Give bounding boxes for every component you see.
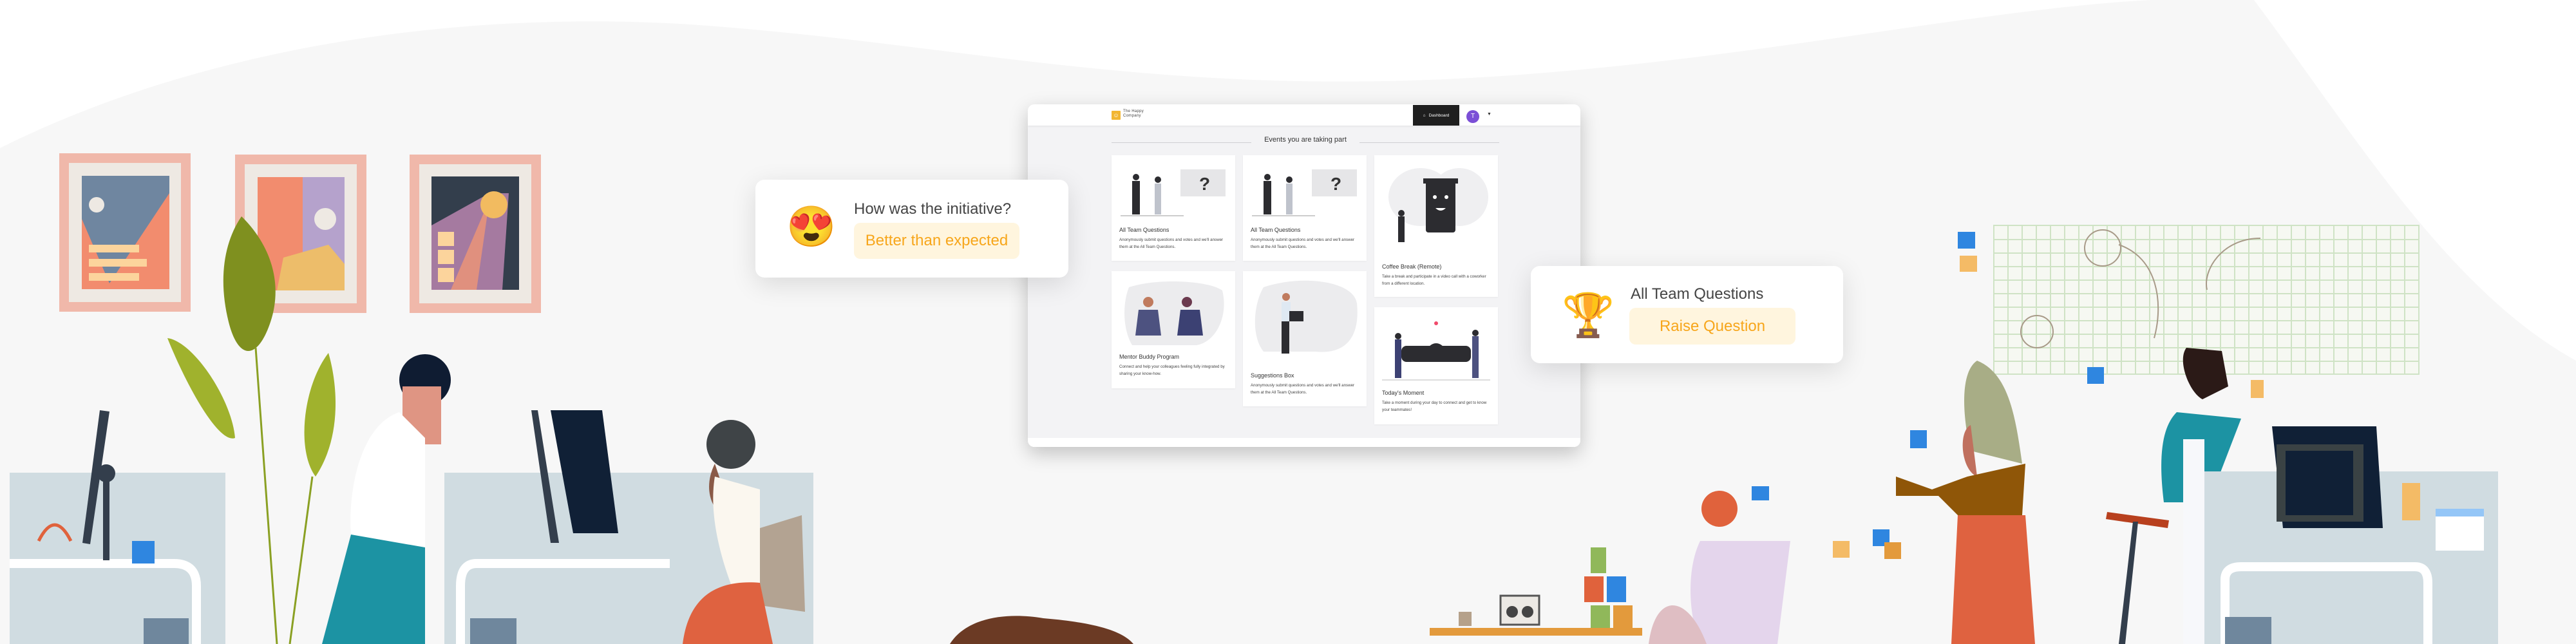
event-card[interactable]: Coffee Break (Remote) Take a break and p… [1374,155,1498,297]
coffee-cup-illustration [1388,168,1488,242]
event-title: Today's Moment [1382,390,1425,396]
event-description: Anonymously submit questions and votes a… [1119,238,1224,249]
app-header: ☺ The Happy Company ⌂ Dashboard T ▼ [1028,104,1580,126]
event-description: Connect and help your colleagues feeling… [1119,365,1225,376]
event-description: Anonymously submit questions and votes a… [1251,238,1355,249]
people-question-illustration: ? [1252,169,1357,216]
event-description: Anonymously submit questions and votes a… [1251,383,1355,395]
chevron-down-icon[interactable]: ▼ [1487,112,1492,117]
svg-text:?: ? [1331,174,1341,194]
app-footer [1028,438,1580,447]
trophy-icon: 🏆 [1562,291,1615,339]
home-icon: ⌂ [1423,113,1426,118]
feedback-answer-button[interactable]: Better than expected [854,223,1019,259]
wall-frame-1 [59,153,191,312]
dashboard-button[interactable]: ⌂ Dashboard [1413,105,1459,126]
wall-frame-3 [410,155,541,313]
event-title: Coffee Break (Remote) [1382,263,1442,270]
svg-text:?: ? [1199,174,1210,194]
divider-right [1359,142,1499,143]
logo-text: The Happy Company [1123,109,1144,118]
event-card[interactable]: Mentor Buddy Program Connect and help yo… [1112,271,1235,388]
dashboard-window: ☺ The Happy Company ⌂ Dashboard T ▼ Even… [1028,104,1580,447]
todays-moment-illustration [1382,321,1490,381]
people-question-illustration: ? [1121,169,1226,216]
feedback-question: How was the initiative? [854,200,1012,218]
dashboard-button-label: Dashboard [1428,113,1450,118]
event-description: Take a break and participate in a video … [1382,274,1486,286]
event-card[interactable]: ? All Team Questions Anonymously submit … [1243,155,1367,261]
event-card[interactable]: Today's Moment Take a moment during your… [1374,307,1498,424]
event-card[interactable]: Suggestions Box Anonymously submit quest… [1243,271,1367,406]
user-avatar[interactable]: T [1466,110,1479,123]
event-card[interactable]: ? All Team Questions Anonymously submit … [1112,155,1235,261]
logo-smiley-icon[interactable]: ☺ [1112,111,1121,120]
suggestion-box-illustration [1255,280,1358,354]
raise-question-button[interactable]: Raise Question [1629,308,1795,345]
event-title: Suggestions Box [1251,372,1294,379]
event-title: All Team Questions [1119,227,1170,233]
question-popup: 🏆 All Team Questions Raise Question [1531,266,1843,363]
event-title: All Team Questions [1251,227,1301,233]
event-title: Mentor Buddy Program [1119,354,1180,360]
mentor-buddies-illustration [1124,281,1224,345]
feedback-popup: 😍 How was the initiative? Better than ex… [755,180,1068,278]
event-description: Take a moment during your day to connect… [1382,401,1487,412]
question-event-title: All Team Questions [1631,285,1764,303]
heart-eyes-emoji-icon: 😍 [786,205,837,249]
